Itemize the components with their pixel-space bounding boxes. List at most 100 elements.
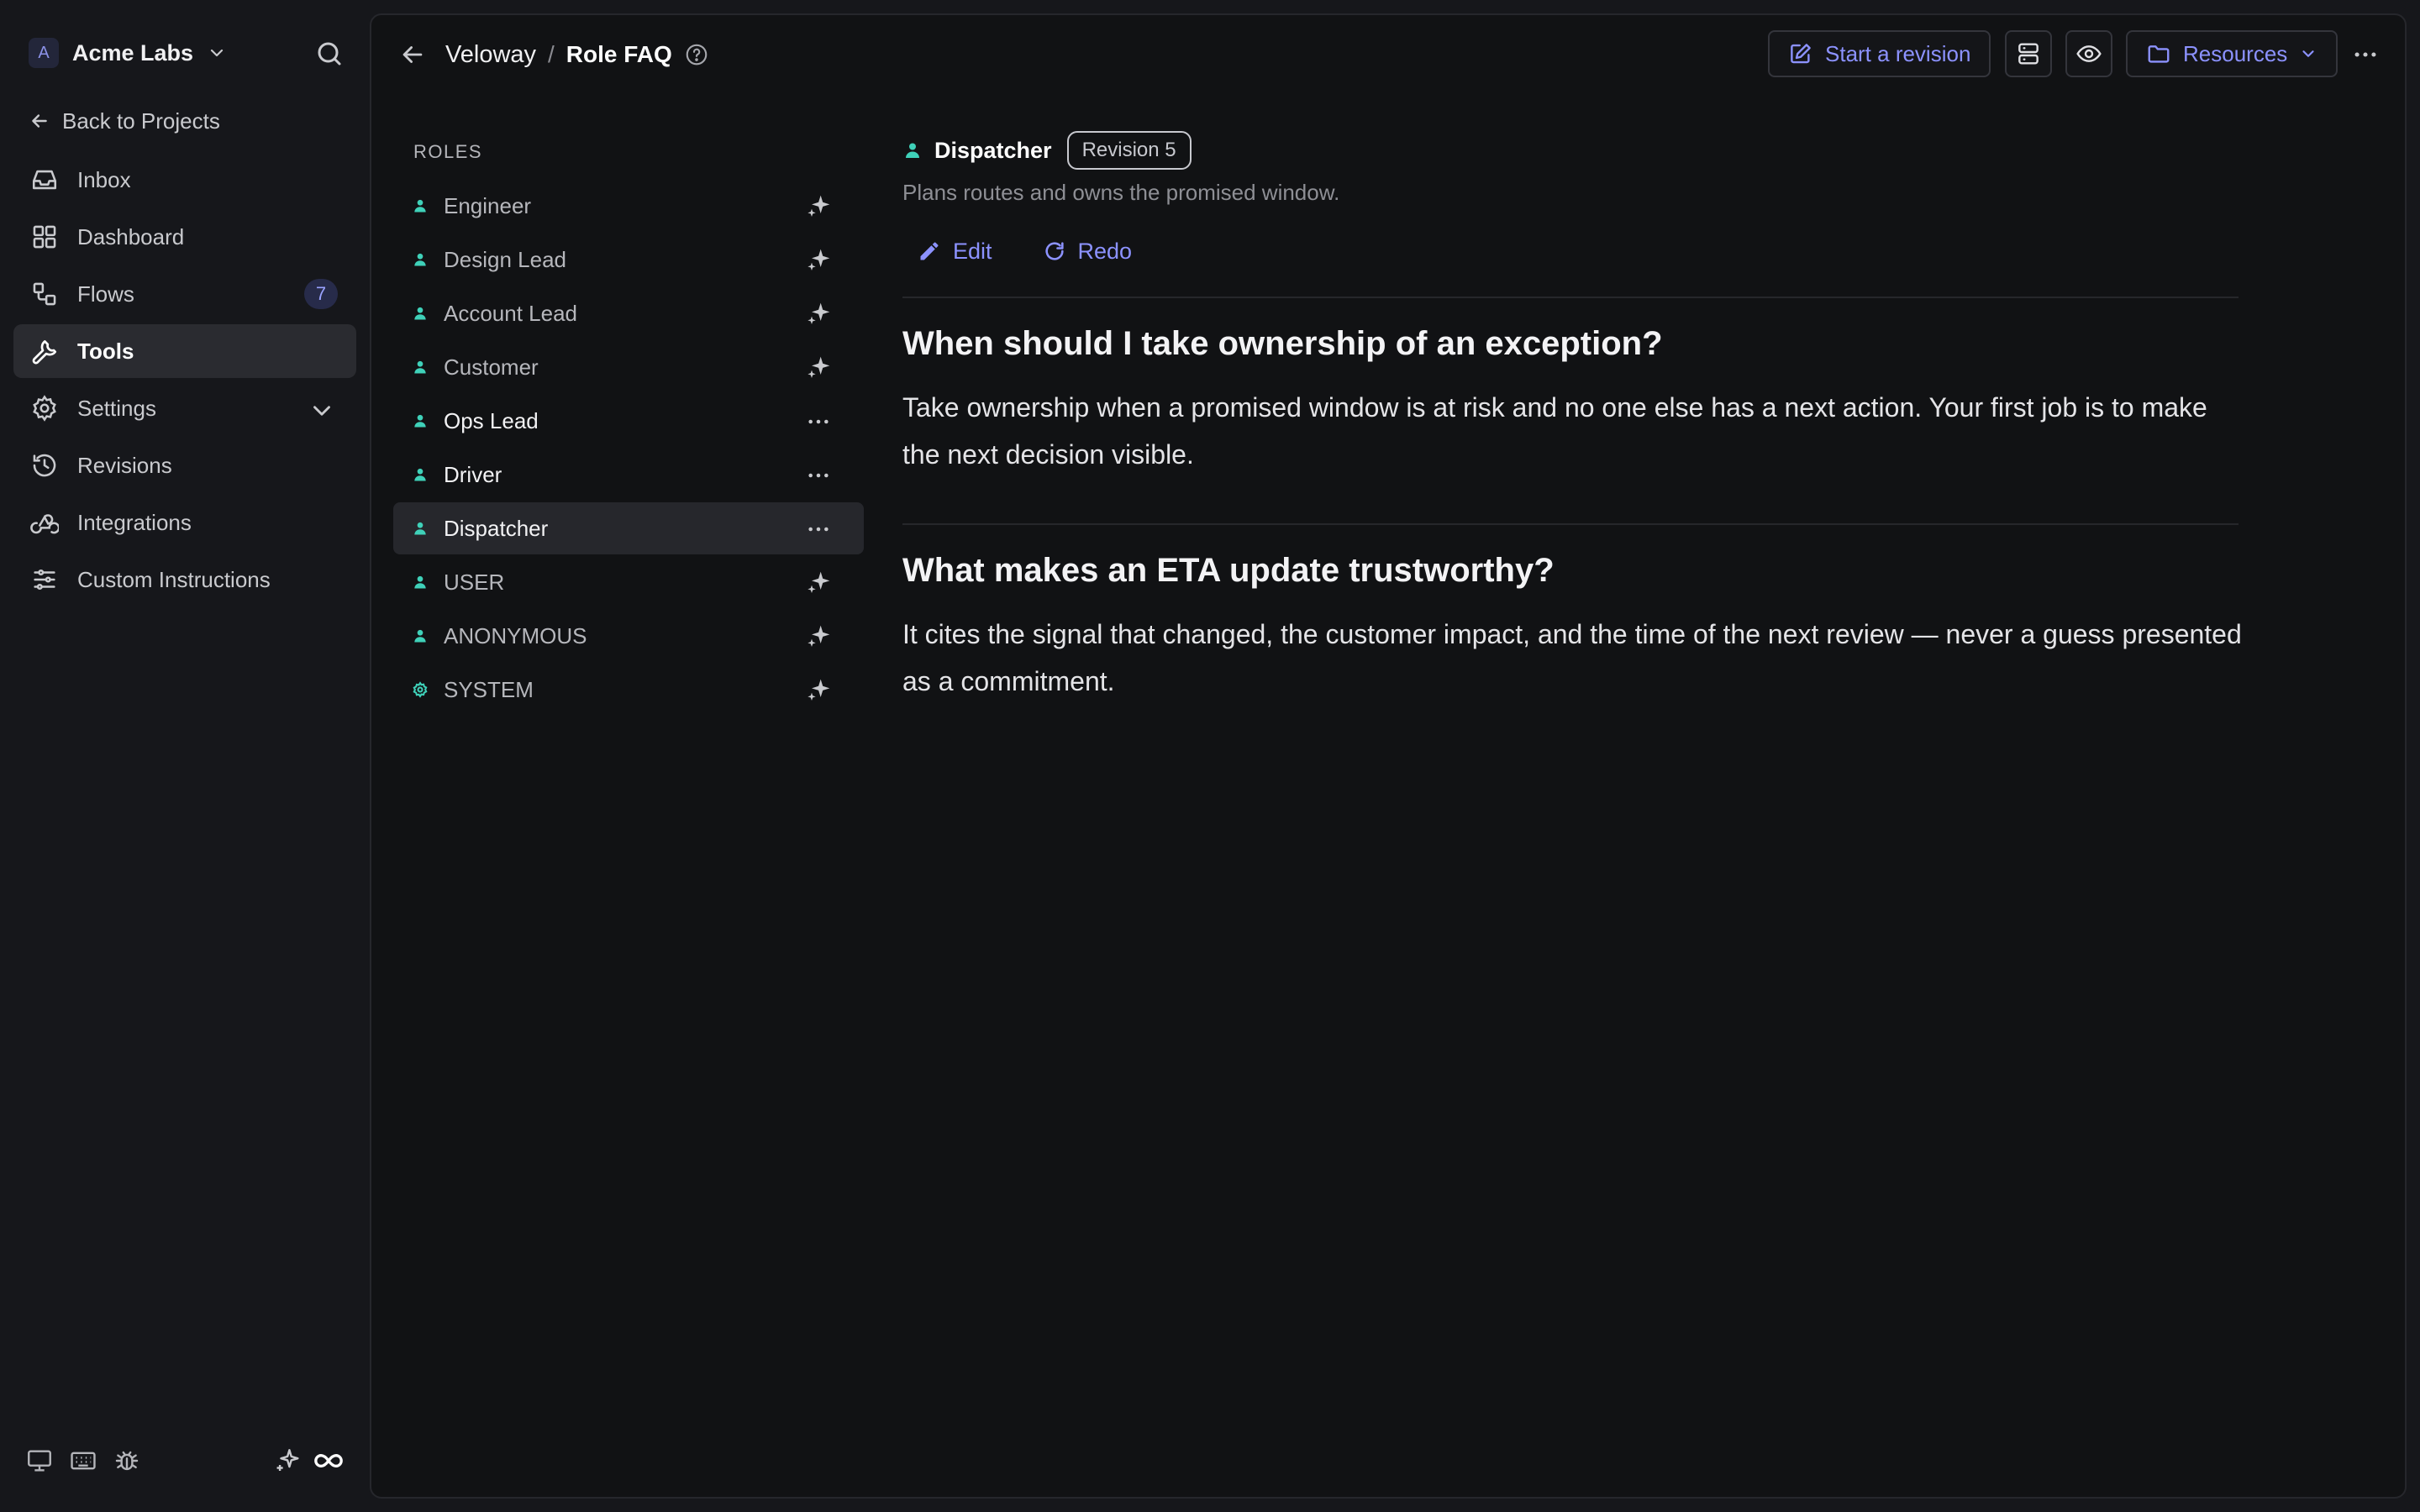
role-label: Account Lead bbox=[444, 300, 578, 326]
role-item-design-lead[interactable]: Design Lead bbox=[393, 234, 864, 286]
flows-icon bbox=[33, 282, 56, 306]
role-item-user[interactable]: USER bbox=[393, 556, 864, 608]
user-icon bbox=[414, 307, 426, 320]
role-label: Engineer bbox=[444, 192, 532, 218]
start-revision-button[interactable]: Start a revision bbox=[1768, 30, 1991, 77]
role-label: Dispatcher bbox=[444, 515, 549, 541]
gear-icon bbox=[33, 395, 56, 422]
dashboard-icon bbox=[33, 225, 56, 249]
arrow-left-icon[interactable] bbox=[398, 40, 427, 69]
workspace-switcher[interactable]: A Acme Labs bbox=[29, 34, 227, 72]
user-icon bbox=[906, 143, 919, 158]
sparkle-icon[interactable] bbox=[274, 1446, 302, 1475]
sidebar-nav: Inbox Dashboard Flows 7 Tools Settings R… bbox=[13, 153, 356, 610]
faq-answer: Take ownership when a promised window is… bbox=[902, 392, 2207, 470]
revision-badge: Revision 5 bbox=[1066, 131, 1192, 170]
sparkle-icon[interactable] bbox=[805, 570, 832, 596]
page-title: Role FAQ bbox=[566, 41, 672, 67]
role-label: Design Lead bbox=[444, 246, 566, 272]
user-icon bbox=[414, 575, 426, 589]
breadcrumb-project[interactable]: Veloway bbox=[445, 41, 536, 69]
breadcrumb: Veloway / Role FAQ bbox=[445, 37, 709, 72]
bug-icon[interactable] bbox=[113, 1446, 141, 1475]
sidebar-item-label: Integrations bbox=[77, 509, 192, 535]
chevron-down-icon bbox=[313, 406, 330, 416]
user-icon bbox=[414, 253, 426, 266]
rotate-cw-icon bbox=[1044, 242, 1064, 260]
sparkle-icon[interactable] bbox=[805, 354, 832, 381]
faq-question: What makes an ETA update trustworthy? bbox=[902, 552, 1555, 589]
sidebar-item-label: Custom Instructions bbox=[77, 566, 271, 592]
role-name: Dispatcher bbox=[934, 137, 1052, 163]
preview-button[interactable] bbox=[2065, 30, 2112, 77]
sidebar-item-flows[interactable]: Flows 7 bbox=[13, 267, 356, 321]
sidebar-item-tools[interactable]: Tools bbox=[13, 324, 356, 378]
user-icon bbox=[414, 199, 426, 213]
role-item-driver[interactable]: Driver bbox=[393, 449, 864, 501]
sidebar-item-label: Settings bbox=[77, 395, 156, 421]
role-item-account-lead[interactable]: Account Lead bbox=[393, 287, 864, 339]
redo-button[interactable]: Redo bbox=[1028, 239, 1132, 265]
more-horizontal-icon[interactable] bbox=[805, 408, 832, 435]
role-item-anonymous[interactable]: ANONYMOUS bbox=[393, 610, 864, 662]
user-icon bbox=[414, 414, 426, 428]
sparkle-icon[interactable] bbox=[805, 677, 832, 704]
sparkle-icon[interactable] bbox=[805, 193, 832, 220]
sparkle-icon[interactable] bbox=[805, 301, 832, 328]
breadcrumb-separator: / bbox=[548, 41, 555, 67]
monitor-icon[interactable] bbox=[25, 1446, 54, 1475]
role-detail: Dispatcher Revision 5 Plans routes and o… bbox=[902, 129, 2247, 705]
pencil-icon bbox=[920, 242, 939, 260]
sparkle-icon[interactable] bbox=[805, 247, 832, 274]
role-item-engineer[interactable]: Engineer bbox=[393, 180, 864, 232]
chevron-down-icon bbox=[210, 49, 224, 57]
sidebar-item-label: Inbox bbox=[77, 166, 131, 192]
wrench-icon bbox=[32, 340, 57, 365]
sliders-icon bbox=[34, 569, 55, 591]
keyboard-icon[interactable] bbox=[69, 1446, 97, 1475]
eye-icon bbox=[2076, 45, 2102, 62]
sparkle-icon[interactable] bbox=[805, 623, 832, 650]
agent-view-button[interactable] bbox=[2005, 30, 2052, 77]
role-item-ops-lead[interactable]: Ops Lead bbox=[393, 395, 864, 447]
start-revision-label: Start a revision bbox=[1825, 40, 1971, 66]
role-item-dispatcher[interactable]: Dispatcher bbox=[393, 502, 864, 554]
help-circle-icon[interactable] bbox=[684, 42, 709, 67]
app-window: A Acme Labs Back to Projects Inbox Dashb… bbox=[0, 0, 2420, 1512]
sidebar-item-label: Flows bbox=[77, 281, 134, 307]
server-icon bbox=[2018, 43, 2039, 65]
inbox-icon bbox=[32, 170, 57, 190]
workspace-name: Acme Labs bbox=[72, 39, 194, 66]
back-to-projects-link[interactable]: Back to Projects bbox=[29, 104, 220, 138]
more-horizontal-icon[interactable] bbox=[805, 462, 832, 489]
workspace-avatar: A bbox=[29, 38, 59, 68]
role-item-customer[interactable]: Customer bbox=[393, 341, 864, 393]
sidebar-item-custom-instructions[interactable]: Custom Instructions bbox=[13, 553, 356, 606]
sidebar-item-inbox[interactable]: Inbox bbox=[13, 153, 356, 207]
sidebar-item-revisions[interactable]: Revisions bbox=[13, 438, 356, 492]
more-horizontal-icon[interactable] bbox=[805, 516, 832, 543]
role-label: USER bbox=[444, 569, 505, 595]
edit-square-icon bbox=[1791, 44, 1811, 64]
webhook-icon bbox=[30, 514, 59, 534]
infinity-icon[interactable] bbox=[313, 1446, 345, 1475]
sidebar-item-dashboard[interactable]: Dashboard bbox=[13, 210, 356, 264]
more-horizontal-icon[interactable] bbox=[2351, 40, 2380, 69]
sidebar-item-integrations[interactable]: Integrations bbox=[13, 496, 356, 549]
top-bar: Veloway / Role FAQ Start a revision Reso… bbox=[371, 15, 2405, 94]
role-item-system[interactable]: SYSTEM bbox=[393, 664, 864, 716]
search-icon[interactable] bbox=[314, 39, 345, 69]
faq-answer: It cites the signal that changed, the cu… bbox=[902, 619, 2242, 696]
roles-panel: ROLES Engineer Design Lead Account Lead Cus… bbox=[393, 141, 864, 717]
resources-dropdown[interactable]: Resources bbox=[2126, 30, 2338, 77]
faq-item: When should I take ownership of an excep… bbox=[902, 298, 2247, 478]
role-label: Customer bbox=[444, 354, 539, 380]
edit-button[interactable]: Edit bbox=[902, 239, 992, 265]
back-to-projects-label: Back to Projects bbox=[62, 108, 220, 134]
chevron-down-icon bbox=[2302, 50, 2314, 57]
user-icon bbox=[414, 522, 426, 535]
role-label: Ops Lead bbox=[444, 407, 539, 433]
sidebar-item-settings[interactable]: Settings bbox=[13, 381, 356, 435]
role-header: Dispatcher Revision 5 bbox=[902, 129, 2247, 171]
sidebar-footer bbox=[25, 1446, 345, 1480]
